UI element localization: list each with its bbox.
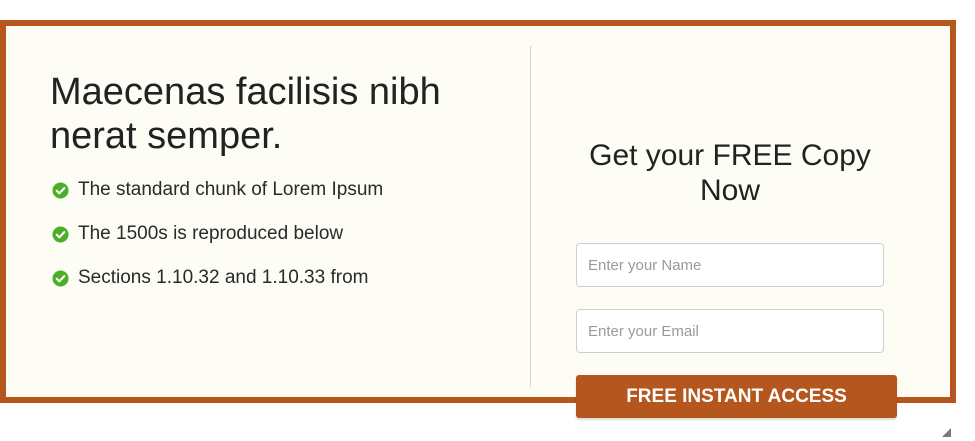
check-circle-icon — [52, 225, 69, 243]
check-circle-icon — [52, 181, 69, 199]
feature-item: The standard chunk of Lorem Ipsum — [52, 176, 383, 204]
form-title: Get your FREE Copy Now — [589, 139, 871, 207]
free-instant-access-button[interactable]: FREE INSTANT ACCESS — [576, 375, 897, 418]
feature-label: Sections 1.10.32 and 1.10.33 from — [78, 267, 369, 288]
feature-label: The 1500s is reproduced below — [78, 223, 344, 244]
name-field[interactable] — [576, 243, 884, 287]
feature-item: Sections 1.10.32 and 1.10.33 from — [52, 264, 383, 292]
feature-label: The standard chunk of Lorem Ipsum — [78, 179, 384, 200]
resize-handle-icon[interactable] — [942, 428, 951, 437]
check-circle-icon — [52, 269, 69, 287]
feature-list: The standard chunk of Lorem Ipsum The 15… — [52, 176, 383, 308]
column-divider — [530, 46, 531, 387]
email-field[interactable] — [576, 309, 884, 353]
headline: Maecenas facilisis nibh nerat semper. — [50, 71, 441, 157]
feature-item: The 1500s is reproduced below — [52, 220, 383, 248]
